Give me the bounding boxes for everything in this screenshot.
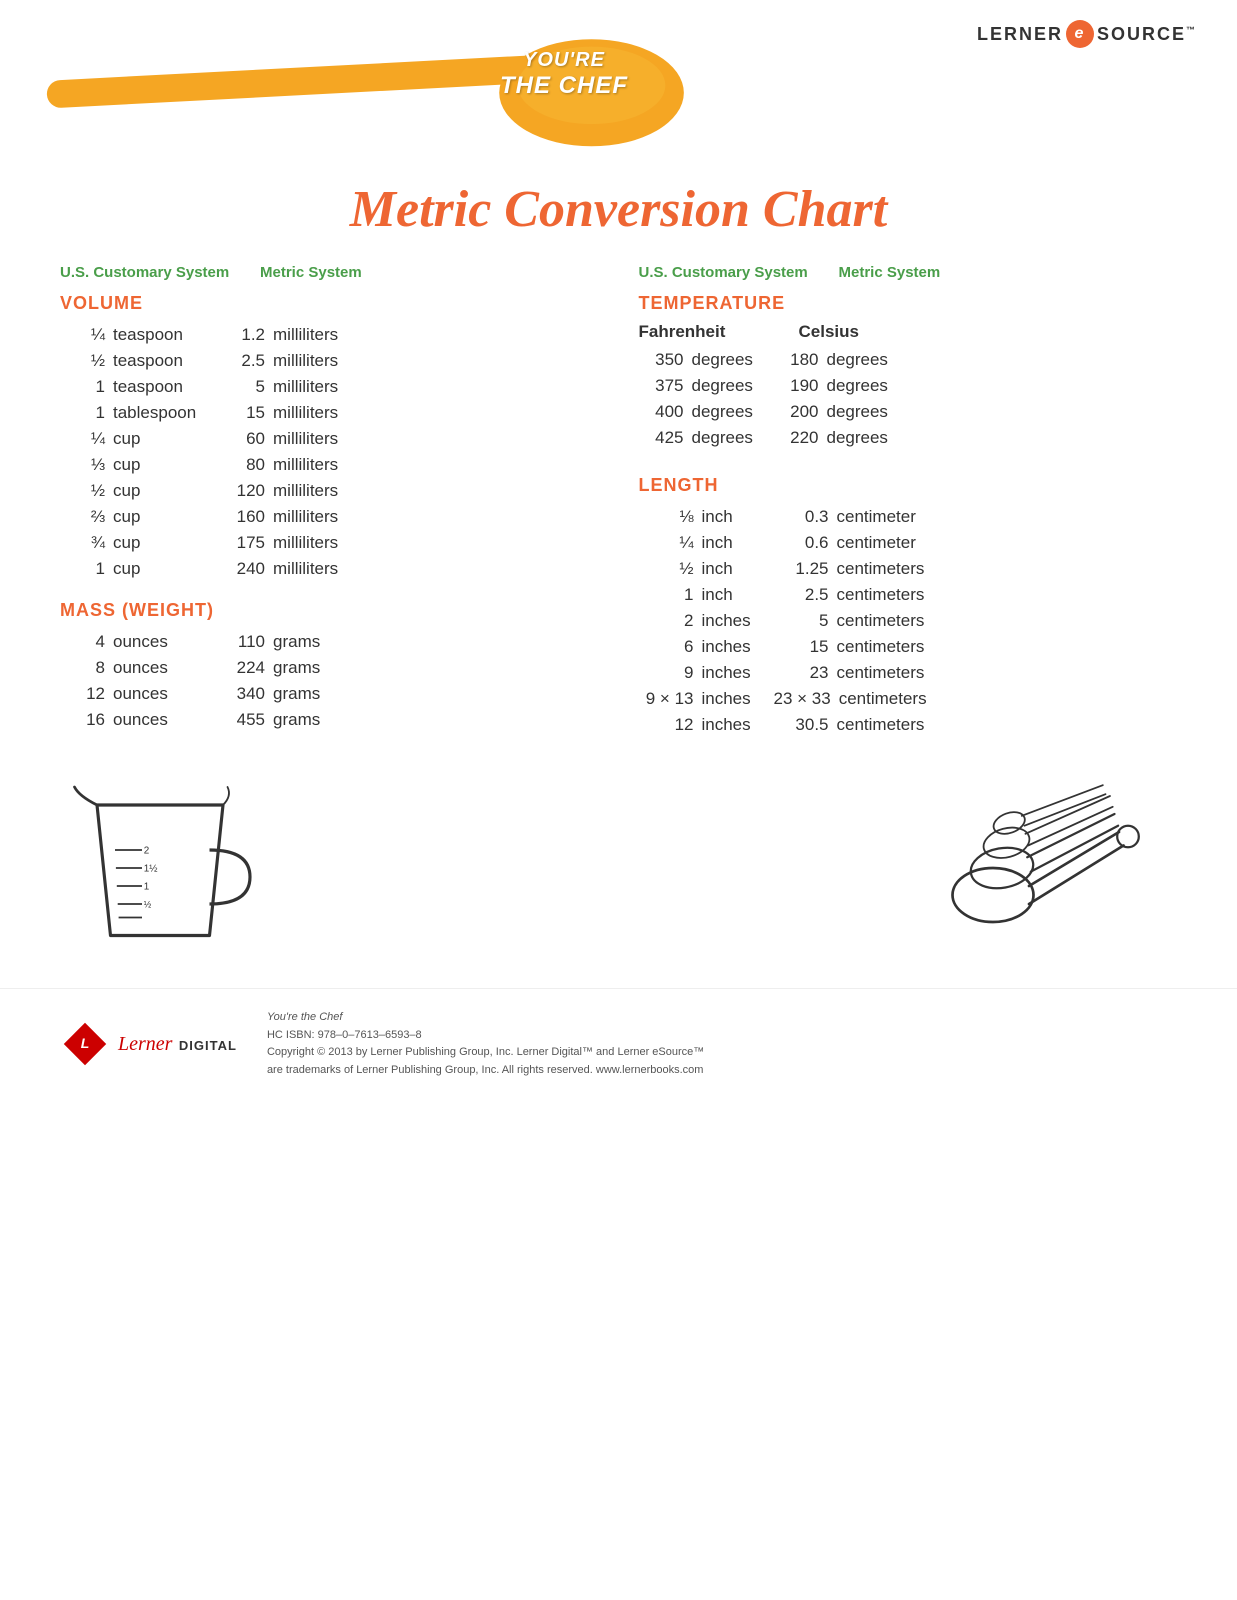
mass-section-title: MASS (WEIGHT): [60, 600, 599, 621]
list-item: 350 degrees 180 degrees: [639, 347, 1178, 373]
footer-logo-text: Lerner DIGITAL: [118, 1033, 237, 1056]
svg-text:1½: 1½: [144, 864, 158, 875]
header: LERNER e SOURCE™ YOU'RE THE CHEF: [0, 0, 1237, 170]
spoon-text-line2: THE CHEF: [500, 72, 628, 101]
spoon-illustration: YOU'RE THE CHEF: [20, 30, 720, 150]
footer-lerner-text: Lerner: [118, 1033, 172, 1055]
list-item: 425 degrees 220 degrees: [639, 425, 1178, 451]
measuring-cup-illustration: 2 1½ 1 ½: [60, 778, 260, 958]
footer-trademark: are trademarks of Lerner Publishing Grou…: [267, 1062, 704, 1080]
list-item: ¼ teaspoon 1.2 milliliters: [60, 322, 599, 348]
list-item: ½ cup 120 milliliters: [60, 478, 599, 504]
length-rows: ⅛ inch 0.3 centimeter ¼ inch 0.6 centime…: [639, 504, 1178, 738]
page-title: Metric Conversion Chart: [0, 180, 1237, 239]
celsius-header: Celsius: [799, 322, 859, 342]
us-col-header-right: U.S. Customary System: [639, 264, 839, 281]
mass-rows: 4 ounces 110 grams 8 ounces 224 grams 12…: [60, 629, 599, 733]
list-item: 1 cup 240 milliliters: [60, 556, 599, 582]
left-column: U.S. Customary System Metric System VOLU…: [60, 264, 599, 738]
list-item: 6 inches 15 centimeters: [639, 634, 1178, 660]
fahrenheit-header: Fahrenheit: [639, 322, 799, 342]
list-item: 2 inches 5 centimeters: [639, 608, 1178, 634]
svg-text:L: L: [81, 1035, 90, 1051]
list-item: ¾ cup 175 milliliters: [60, 530, 599, 556]
temp-headers: Fahrenheit Celsius: [639, 322, 1178, 342]
footer-text-block: You're the Chef HC ISBN: 978–0–7613–6593…: [267, 1009, 704, 1079]
list-item: 1 inch 2.5 centimeters: [639, 582, 1178, 608]
list-item: ½ teaspoon 2.5 milliliters: [60, 348, 599, 374]
svg-text:2: 2: [144, 846, 150, 857]
footer-copyright: Copyright © 2013 by Lerner Publishing Gr…: [267, 1044, 704, 1062]
svg-text:1: 1: [144, 882, 150, 893]
list-item: ¼ cup 60 milliliters: [60, 426, 599, 452]
length-section-title: LENGTH: [639, 475, 1178, 496]
footer: L Lerner DIGITAL You're the Chef HC ISBN…: [0, 988, 1237, 1099]
list-item: ½ inch 1.25 centimeters: [639, 556, 1178, 582]
footer-book-title: You're the Chef: [267, 1009, 704, 1027]
list-item: ⅔ cup 160 milliliters: [60, 504, 599, 530]
left-col-headers: U.S. Customary System Metric System: [60, 264, 599, 281]
footer-digital-text: DIGITAL: [179, 1038, 237, 1053]
list-item: 12 ounces 340 grams: [60, 681, 599, 707]
list-item: 9 inches 23 centimeters: [639, 660, 1178, 686]
metric-col-header-right: Metric System: [839, 264, 999, 281]
right-col-headers: U.S. Customary System Metric System: [639, 264, 1178, 281]
list-item: 16 ounces 455 grams: [60, 707, 599, 733]
svg-text:½: ½: [144, 900, 152, 910]
list-item: ⅛ inch 0.3 centimeter: [639, 504, 1178, 530]
list-item: ¼ inch 0.6 centimeter: [639, 530, 1178, 556]
us-col-header: U.S. Customary System: [60, 264, 260, 281]
illustrations: 2 1½ 1 ½: [0, 758, 1237, 978]
footer-isbn: HC ISBN: 978–0–7613–6593–8: [267, 1027, 704, 1045]
lerner-text: LERNER: [977, 24, 1063, 45]
temp-section-title: TEMPERATURE: [639, 293, 1178, 314]
list-item: 8 ounces 224 grams: [60, 655, 599, 681]
list-item: 375 degrees 190 degrees: [639, 373, 1178, 399]
metric-col-header: Metric System: [260, 264, 420, 281]
volume-rows: ¼ teaspoon 1.2 milliliters ½ teaspoon 2.…: [60, 322, 599, 582]
lerner-logo: LERNER e SOURCE™: [977, 20, 1197, 48]
list-item: ⅓ cup 80 milliliters: [60, 452, 599, 478]
list-item: 1 tablespoon 15 milliliters: [60, 400, 599, 426]
footer-logo: L Lerner DIGITAL: [60, 1019, 237, 1069]
temperature-rows: 350 degrees 180 degrees 375 degrees 190 …: [639, 347, 1178, 451]
e-icon: e: [1066, 20, 1094, 48]
content-area: U.S. Customary System Metric System VOLU…: [0, 264, 1237, 738]
spoon-text-line1: YOU'RE: [500, 48, 628, 72]
right-column: U.S. Customary System Metric System TEMP…: [639, 264, 1178, 738]
list-item: 12 inches 30.5 centimeters: [639, 712, 1178, 738]
lerner-diamond-icon: L: [60, 1019, 110, 1069]
list-item: 9 × 13 inches 23 × 33 centimeters: [639, 686, 1178, 712]
list-item: 400 degrees 200 degrees: [639, 399, 1178, 425]
list-item: 1 teaspoon 5 milliliters: [60, 374, 599, 400]
measuring-spoons-illustration: [917, 778, 1177, 958]
volume-section-title: VOLUME: [60, 293, 599, 314]
list-item: 4 ounces 110 grams: [60, 629, 599, 655]
source-text: SOURCE™: [1097, 24, 1197, 45]
